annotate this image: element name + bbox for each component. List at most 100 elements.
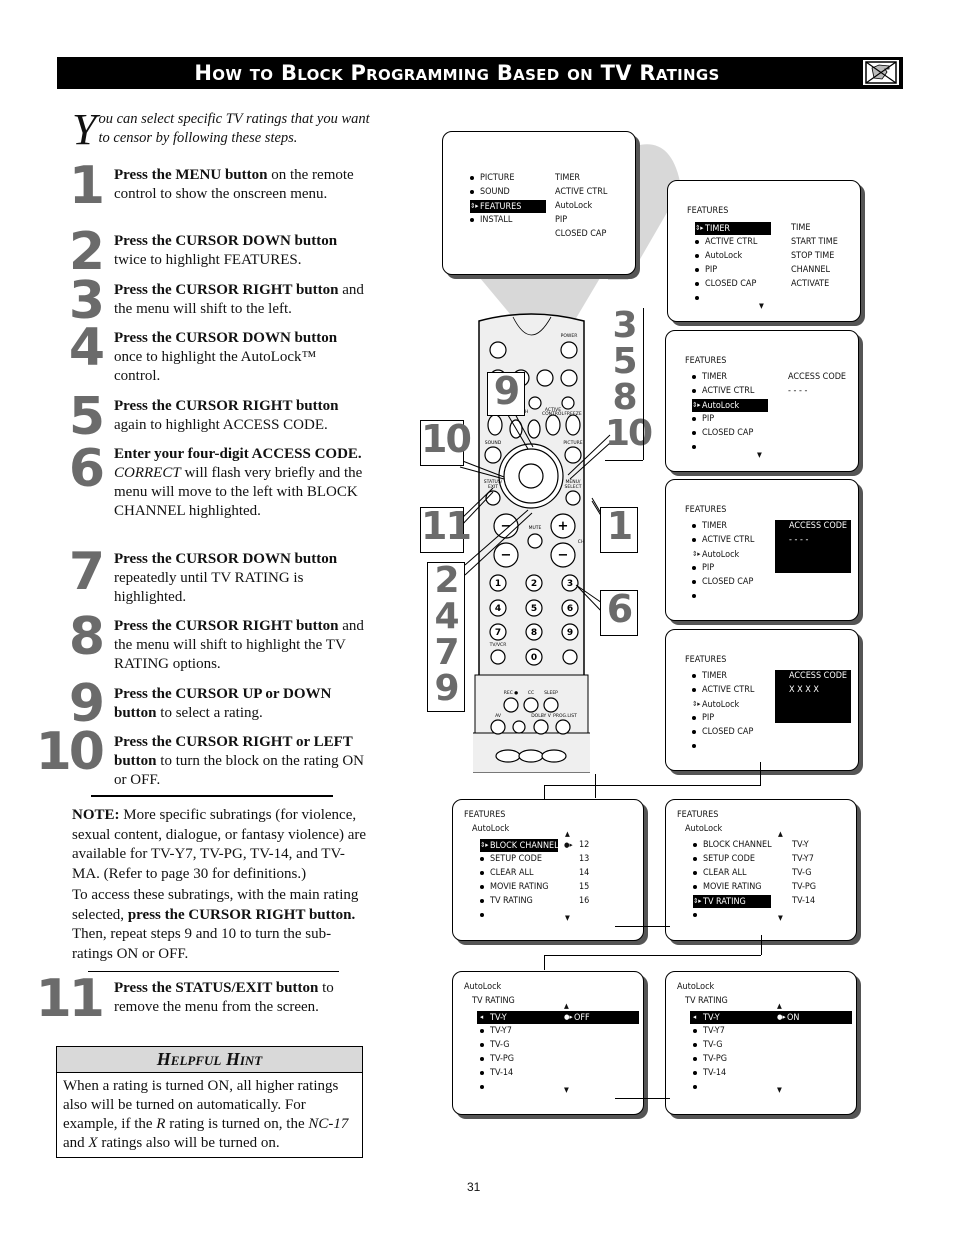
bullet-icon: [470, 175, 474, 180]
submenu-item: PIP: [555, 214, 567, 227]
callout-border: [605, 460, 643, 461]
menu-item: ACTIVE CTRL: [692, 534, 754, 547]
access-code-value: - - - -: [788, 385, 807, 398]
submenu-item-label: STOP TIME: [791, 251, 835, 261]
scroll-up-icon: ▲: [778, 830, 783, 838]
option-item-label: 16: [579, 896, 590, 906]
bullet-icon: [693, 842, 697, 847]
access-code-panel: ACCESS CODE - - - -: [775, 520, 851, 573]
menu-item: PIP: [692, 712, 714, 725]
bullet-icon: [480, 1084, 484, 1089]
step-description: twice to highlight FEATURES.: [114, 252, 302, 268]
access-code-value-label: - - - -: [788, 386, 808, 396]
bullet-icon: [693, 1070, 697, 1075]
rating-item-label: TV-G: [703, 1040, 723, 1050]
bullet-icon: [693, 1084, 697, 1089]
menu-item-label: PIP: [702, 563, 715, 573]
tv-screen-access-code-entry: FEATURES TIMER ACTIVE CTRL ⇕▸ AutoLock PIP CLO…: [665, 479, 859, 621]
option-item: TV-Y7: [792, 853, 814, 866]
rating-item: TV-G: [480, 1039, 509, 1052]
step-bold: Enter your four-digit ACCESS CODE.: [114, 446, 362, 462]
menu-item-label: CLOSED CAP: [702, 727, 754, 737]
menu-title-label: AutoLock: [677, 982, 715, 992]
menu-item-label: ACTIVE CTRL: [702, 685, 755, 695]
menu-item: CLEAR ALL: [693, 867, 747, 880]
step-bold: Press the MENU button: [114, 167, 268, 183]
bullet-icon: [692, 729, 696, 734]
rating-toggle-label: OFF: [574, 1013, 590, 1023]
rating-item: TV-14: [480, 1067, 513, 1080]
menu-title: FEATURES: [685, 654, 726, 667]
step-number: 5: [68, 387, 105, 447]
step-text: Press the STATUS/EXIT button to remove t…: [114, 979, 364, 1017]
option-item-label: TV-G: [792, 868, 812, 878]
cursor-icon: ⇕▸: [692, 401, 701, 409]
step-number: 4: [68, 318, 105, 378]
step-bold: Press the CURSOR DOWN button: [114, 551, 338, 567]
menu-item-label: CLOSED CAP: [702, 428, 754, 438]
page-title: How to Block Programming Based on TV Rat…: [194, 61, 720, 85]
menu-item: MOVIE RATING: [480, 881, 549, 894]
option-item-label: 13: [579, 854, 590, 864]
menu-item-label: BLOCK CHANNEL: [703, 840, 772, 850]
menu-subtitle: AutoLock: [685, 823, 722, 836]
menu-item-label: TIMER: [702, 521, 728, 531]
step-number: 9: [68, 674, 105, 734]
cursor-icon: ⇕▸: [480, 841, 489, 849]
menu-title: FEATURES: [685, 504, 726, 517]
menu-item-label: ACTIVE CTRL: [702, 535, 755, 545]
access-code-label: ACCESS CODE: [789, 521, 848, 531]
tv-screen-access-code-entered: FEATURES TIMER ACTIVE CTRL ⇕▸ AutoLock PIP CLO…: [665, 629, 859, 771]
menu-item-install: INSTALL: [470, 214, 512, 227]
hint-rating-x: X: [88, 1135, 98, 1151]
bullet-icon: [480, 884, 484, 889]
cursor-icon: ◂: [480, 1013, 484, 1021]
bullet-icon: [692, 430, 696, 435]
intro-text: ou can select specific TV ratings that y…: [98, 111, 370, 146]
hint-text: and: [63, 1135, 89, 1151]
scroll-down-icon: ▼: [565, 914, 570, 922]
option-item-label: 14: [579, 868, 590, 878]
tv-screen-autolock-block-channel: FEATURES AutoLock ▲ ⇕▸ BLOCK CHANNEL SETUP CO…: [452, 799, 644, 941]
submenu-item: ACTIVATE: [791, 278, 829, 291]
menu-subtitle-label: TV RATING: [685, 996, 728, 1006]
menu-item-features-label: FEATURES: [480, 202, 522, 212]
step-text: Press the MENU button on the remote cont…: [114, 166, 364, 204]
submenu-item-label: ACTIVATE: [791, 279, 830, 289]
submenu-item: CLOSED CAP: [555, 228, 606, 241]
rating-item: TV-14: [693, 1067, 726, 1080]
bullet-icon: [695, 253, 699, 258]
tv-screen-features-timer: FEATURES ⇕▸ TIMER ACTIVE CTRL AutoLock PIP CLO…: [667, 180, 861, 322]
step-number: 1: [68, 156, 105, 216]
callout-steps-3-5-8-10: 3 5 8 10: [605, 305, 653, 454]
rating-item: TV-G: [693, 1039, 722, 1052]
bullet-icon: [692, 565, 696, 570]
menu-item-label: AutoLock: [702, 550, 740, 560]
step-text: Press the CURSOR DOWN button twice to hi…: [114, 232, 364, 270]
access-code-value: X X X X: [789, 685, 819, 695]
bullet-icon: [693, 1028, 697, 1033]
empty-menu-item: [692, 590, 702, 603]
cursor-icon: ◂: [693, 1013, 697, 1021]
cursor-icon: ⇕▸: [693, 897, 702, 905]
cursor-icon: ●▸: [777, 1013, 786, 1021]
bullet-icon: [693, 912, 697, 917]
step-description: to select a rating.: [156, 705, 263, 721]
bullet-icon: [480, 1028, 484, 1033]
bullet-icon: [695, 239, 699, 244]
step-italic: CORRECT: [114, 465, 181, 481]
submenu-item-label: AutoLock: [555, 201, 593, 211]
step-description: again to highlight ACCESS CODE.: [114, 417, 328, 433]
menu-item: TIMER: [692, 371, 727, 384]
submenu-item: AutoLock: [555, 200, 592, 213]
bullet-icon: [692, 537, 696, 542]
hint-rating-nc17: NC-17: [308, 1116, 349, 1132]
menu-item-label: CLOSED CAP: [702, 577, 754, 587]
empty-menu-item: [692, 441, 702, 454]
callout-step-10-left: 10: [420, 420, 472, 466]
menu-item-label: ACTIVE CTRL: [705, 237, 758, 247]
menu-item-sound-label: SOUND: [480, 187, 510, 197]
rating-item-label: TV-14: [490, 1068, 514, 1078]
rating-item: TV-PG: [480, 1053, 514, 1066]
bullet-icon: [692, 444, 696, 449]
